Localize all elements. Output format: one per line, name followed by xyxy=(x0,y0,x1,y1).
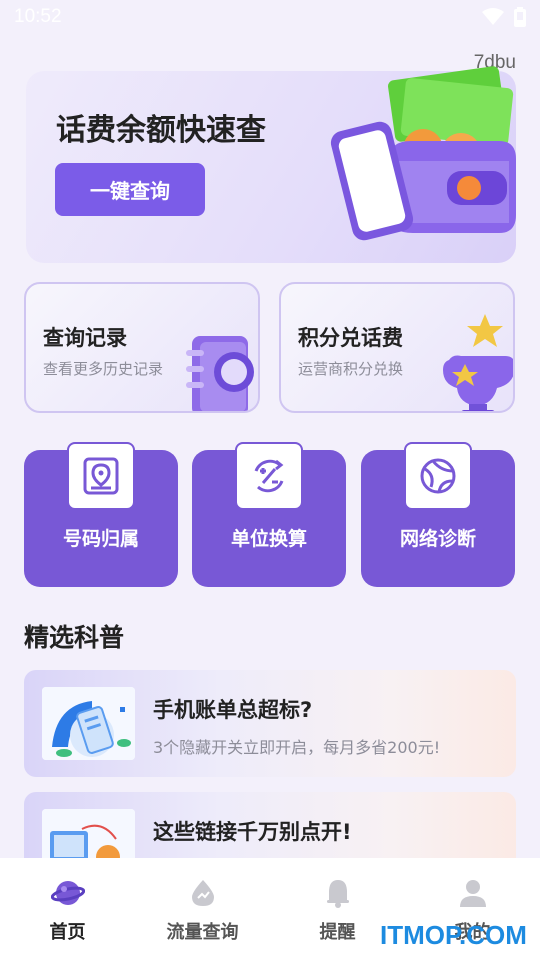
tool-icon-box xyxy=(404,442,472,510)
tool-icon-box xyxy=(235,442,303,510)
battery-icon xyxy=(514,7,526,27)
balance-banner: 话费余额快速查 一键查询 xyxy=(26,66,516,263)
banner-title: 话费余额快速查 xyxy=(56,113,266,148)
article-title: 手机账单总超标? xyxy=(153,698,313,722)
number-location-tool[interactable]: 号码归属 xyxy=(24,442,178,587)
status-time: 10:52 xyxy=(14,6,62,27)
tool-icon-box xyxy=(67,442,135,510)
tool-label: 号码归属 xyxy=(62,528,139,550)
card-title: 积分兑话费 xyxy=(298,326,403,350)
wallet-icon xyxy=(330,66,516,241)
article-subtitle: 3个隐藏开关立即开启，每月多省200元! xyxy=(153,738,441,757)
tool-label: 网络诊断 xyxy=(399,528,476,550)
points-exchange-card[interactable]: 积分兑话费 运营商积分兑换 xyxy=(279,282,515,413)
section-title: 精选科普 xyxy=(24,623,125,652)
planet-icon xyxy=(50,881,85,905)
nav-item-home[interactable]: 首页 xyxy=(0,858,135,960)
unit-conversion-tool[interactable]: 单位换算 xyxy=(192,442,346,587)
watermark-bottom: ITMOP.COM xyxy=(380,920,527,950)
status-icons xyxy=(482,7,526,27)
user-icon xyxy=(459,880,486,907)
wifi-icon xyxy=(482,8,504,25)
card-title: 查询记录 xyxy=(43,326,127,350)
article-card[interactable]: 手机账单总超标? 3个隐藏开关立即开启，每月多省200元! xyxy=(24,670,516,777)
phone-bill-illustration xyxy=(42,687,135,760)
trophy-stars-icon xyxy=(443,314,513,411)
article-thumbnail xyxy=(42,687,135,760)
bell-icon xyxy=(326,880,349,908)
card-subtitle: 查看更多历史记录 xyxy=(43,360,164,378)
query-history-card[interactable]: 查询记录 查看更多历史记录 xyxy=(24,282,260,413)
traffic-icon xyxy=(191,880,214,906)
card-subtitle: 运营商积分兑换 xyxy=(298,360,404,378)
conversion-icon xyxy=(254,459,284,493)
network-diagnosis-tool[interactable]: 网络诊断 xyxy=(361,442,515,587)
nav-label: 首页 xyxy=(49,922,86,943)
tool-label: 单位换算 xyxy=(230,528,307,550)
article-title: 这些链接千万别点开! xyxy=(153,820,352,844)
nav-label: 流量查询 xyxy=(166,922,239,943)
location-card-icon xyxy=(83,457,119,495)
globe-icon xyxy=(420,458,456,494)
notebook-magnifier-icon xyxy=(186,336,254,411)
one-click-query-button[interactable]: 一键查询 xyxy=(55,163,205,216)
status-bar: 10:52 xyxy=(0,0,540,34)
nav-item-traffic-query[interactable]: 流量查询 xyxy=(135,858,270,960)
